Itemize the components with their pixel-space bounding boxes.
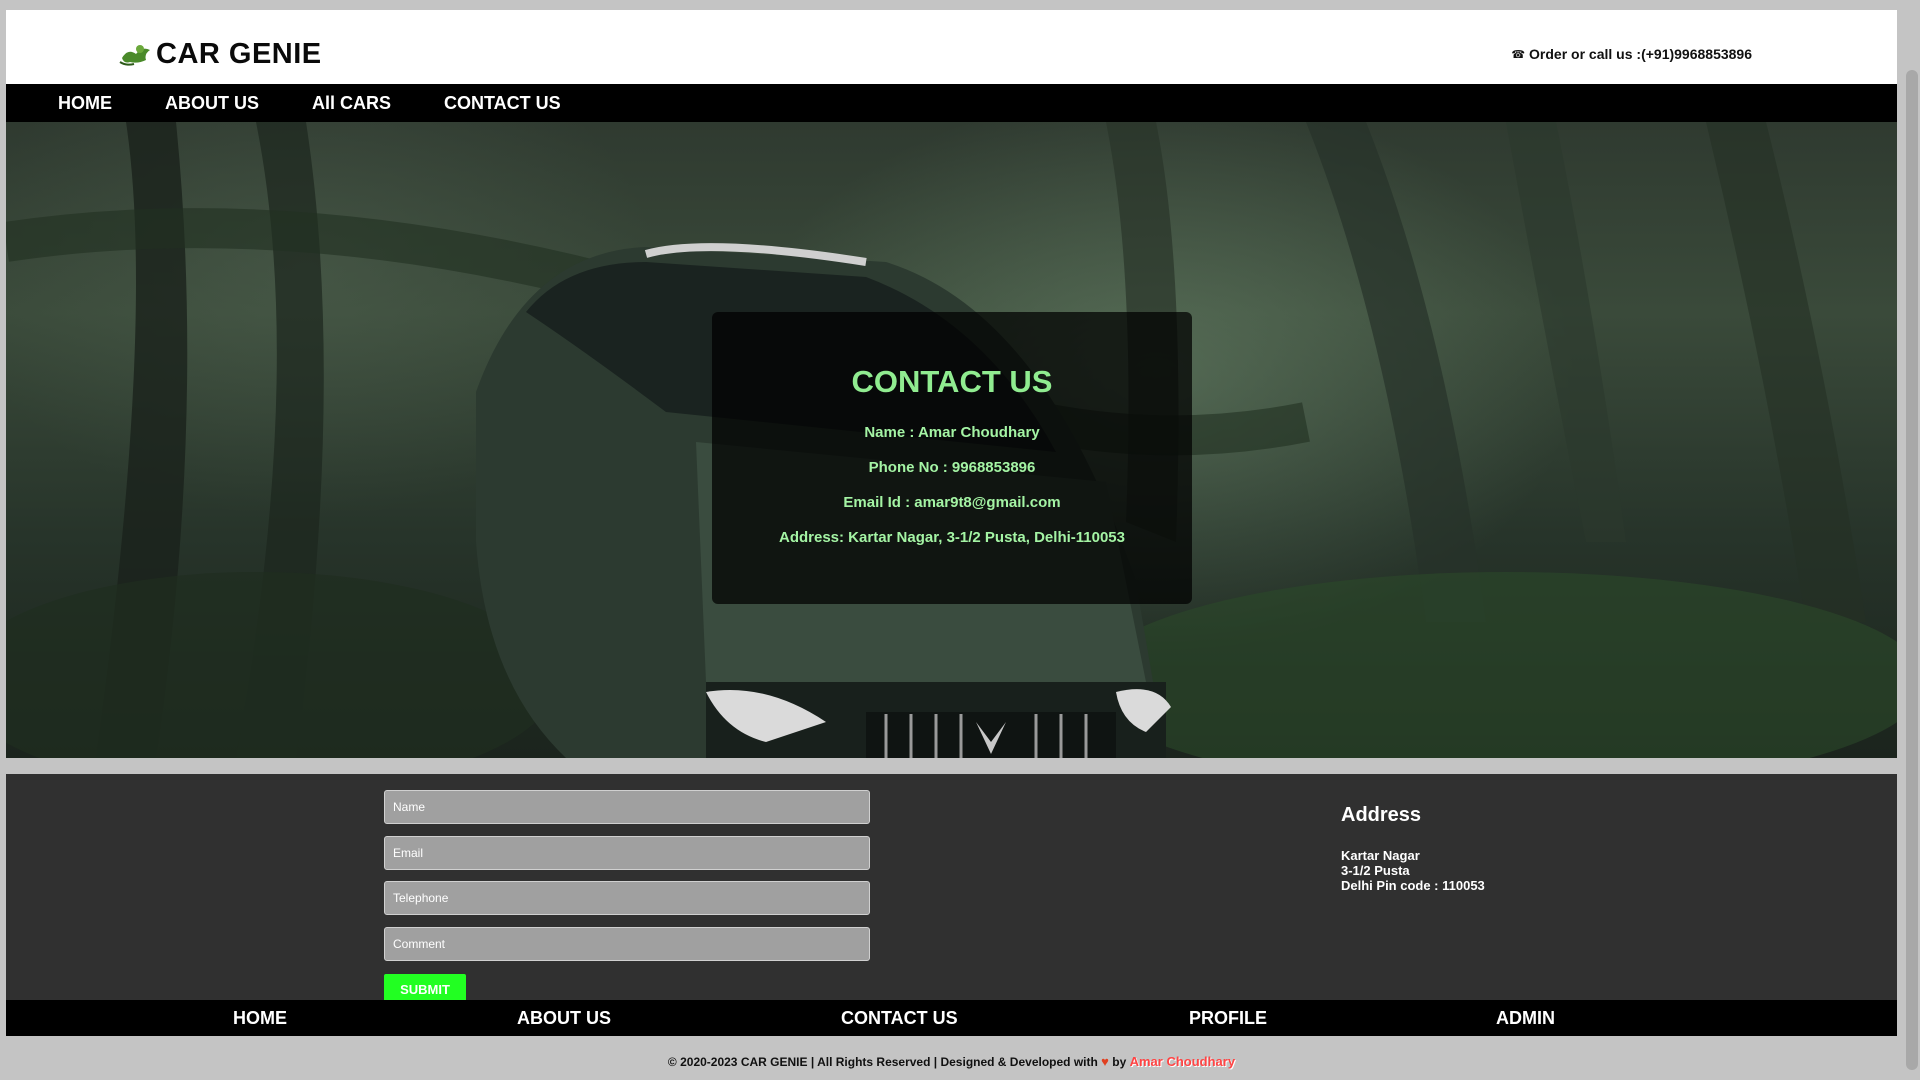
contact-phone: Phone No : 9968853896 — [868, 459, 1036, 476]
contact-name: Name : Amar Choudhary — [864, 424, 1040, 441]
address-line-2: 3-1/2 Pusta — [1341, 863, 1410, 878]
contact-card: CONTACT US Name : Amar Choudhary Phone N… — [712, 312, 1192, 604]
logo[interactable]: CAR GENIE — [118, 38, 322, 71]
footer-admin[interactable]: ADMIN — [1496, 1008, 1555, 1029]
footer-profile[interactable]: PROFILE — [1189, 1008, 1267, 1029]
contact-address: Address: Kartar Nagar, 3-1/2 Pusta, Delh… — [779, 529, 1125, 546]
address-line-1: Kartar Nagar — [1341, 848, 1420, 863]
footer-home[interactable]: HOME — [233, 1008, 287, 1029]
contact-form-section: Name Email Telephone Comment SUBMIT Addr… — [6, 774, 1897, 1005]
address-heading: Address — [1341, 804, 1422, 826]
nav-about-us[interactable]: ABOUT US — [165, 93, 259, 114]
by-text: by — [1112, 1055, 1127, 1069]
email-input[interactable]: Email — [384, 836, 870, 870]
address-lines: Kartar Nagar 3-1/2 Pusta Delhi Pin code … — [1341, 848, 1485, 893]
genie-lamp-icon — [119, 44, 150, 66]
scrollbar[interactable] — [1903, 0, 1920, 1080]
header: CAR GENIE ☎ Order or call us :(+91)99688… — [6, 10, 1897, 84]
footer-about-us[interactable]: ABOUT US — [517, 1008, 611, 1029]
copyright-text: © 2020-2023 CAR GENIE | All Rights Reser… — [667, 1055, 1098, 1069]
footer-nav: HOME ABOUT US CONTACT US PROFILE ADMIN — [6, 1000, 1897, 1036]
address-line-3: Delhi Pin code : 110053 — [1341, 878, 1485, 893]
nav-home[interactable]: HOME — [58, 93, 112, 114]
name-input[interactable]: Name — [384, 790, 870, 824]
page: CAR GENIE ☎ Order or call us :(+91)99688… — [6, 10, 1897, 1080]
copyright: © 2020-2023 CAR GENIE | All Rights Reser… — [6, 1054, 1897, 1069]
footer-contact-us[interactable]: CONTACT US — [841, 1008, 958, 1029]
phone-icon: ☎ — [1511, 48, 1526, 61]
contact-title: CONTACT US — [851, 364, 1053, 399]
nav-contact-us[interactable]: CONTACT US — [444, 93, 561, 114]
scrollbar-thumb[interactable] — [1906, 70, 1918, 1070]
author-link[interactable]: Amar Choudhary — [1130, 1054, 1235, 1069]
contact-email: Email Id : amar9t8@gmail.com — [843, 494, 1061, 511]
hero-banner: CONTACT US Name : Amar Choudhary Phone N… — [6, 122, 1897, 758]
phone-text: Order or call us :(+91)9968853896 — [1529, 46, 1752, 62]
heart-icon: ♥ — [1101, 1054, 1109, 1069]
logo-text: CAR GENIE — [156, 38, 322, 70]
main-nav: HOME ABOUT US All CARS CONTACT US — [6, 84, 1897, 122]
comment-input[interactable]: Comment — [384, 927, 870, 961]
nav-all-cars[interactable]: All CARS — [312, 93, 391, 114]
order-phone: ☎ Order or call us :(+91)9968853896 — [1511, 46, 1752, 62]
telephone-input[interactable]: Telephone — [384, 881, 870, 915]
